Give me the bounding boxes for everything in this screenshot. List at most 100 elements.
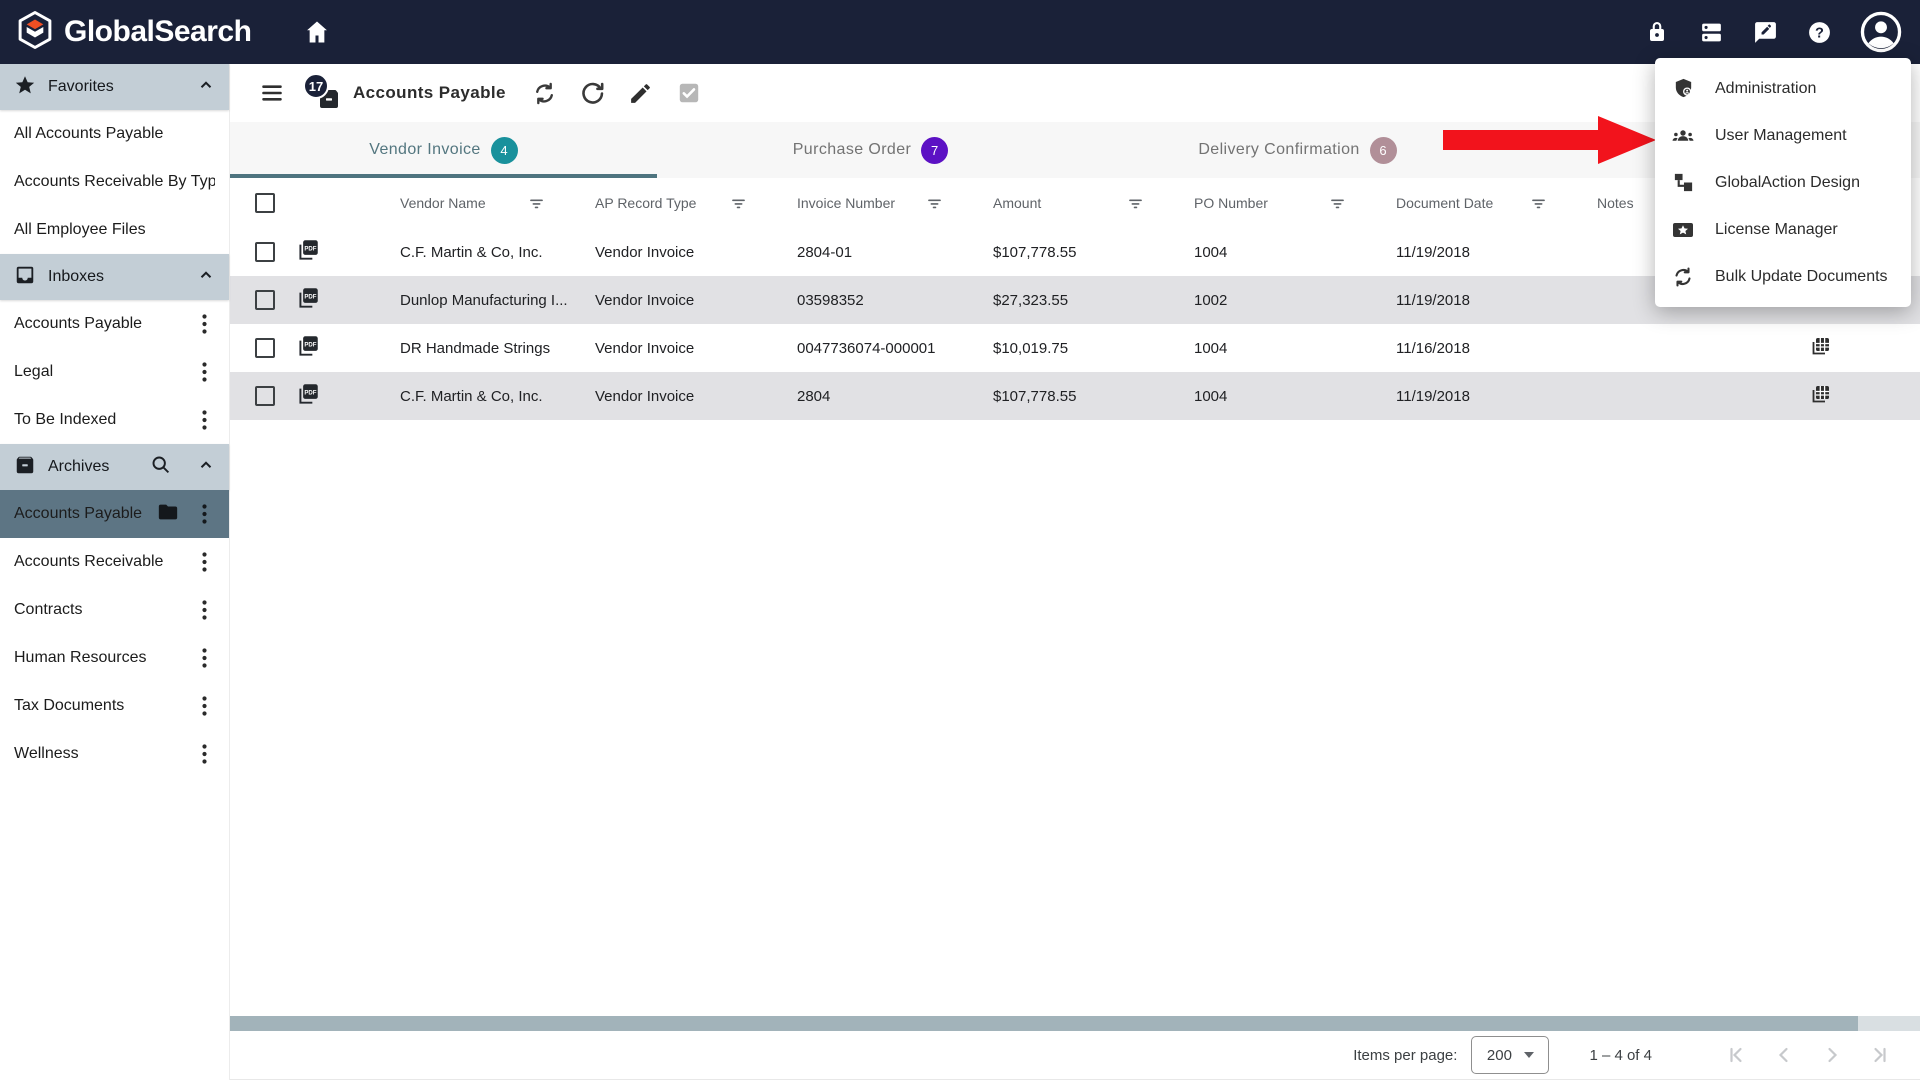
cell-ap-record-type: Vendor Invoice xyxy=(595,339,695,357)
kebab-menu-icon[interactable] xyxy=(193,741,215,767)
kebab-menu-icon[interactable] xyxy=(193,311,215,337)
cell-vendor-name: DR Handmade Strings xyxy=(400,339,551,357)
horizontal-scrollbar-thumb[interactable] xyxy=(230,1016,1858,1031)
column-header-vendor-name[interactable]: Vendor Name xyxy=(400,195,486,211)
menu-item-license-manager[interactable]: License Manager xyxy=(1655,206,1911,253)
table-row[interactable]: PDF C.F. Martin & Co, Inc. Vendor Invoic… xyxy=(230,372,1920,420)
section-label: Inboxes xyxy=(48,268,105,285)
dns-list-icon[interactable] xyxy=(1698,19,1724,45)
kebab-menu-icon[interactable] xyxy=(193,407,215,433)
row-checkbox[interactable] xyxy=(255,386,275,406)
sidebar-item-archive-wellness[interactable]: Wellness xyxy=(0,730,229,778)
column-header-amount[interactable]: Amount xyxy=(993,195,1041,211)
feedback-icon[interactable] xyxy=(1752,19,1778,45)
column-header-invoice-number[interactable]: Invoice Number xyxy=(797,195,895,211)
first-page-icon[interactable] xyxy=(1716,1035,1756,1075)
filter-icon[interactable] xyxy=(1326,192,1348,214)
kebab-menu-icon[interactable] xyxy=(193,645,215,671)
related-grid-icon[interactable] xyxy=(1809,334,1833,362)
menu-item-label: User Management xyxy=(1715,126,1847,144)
row-checkbox[interactable] xyxy=(255,338,275,358)
menu-item-user-management[interactable]: User Management xyxy=(1655,112,1911,159)
sidebar-item-inbox-accounts-payable[interactable]: Accounts Payable xyxy=(0,300,229,348)
menu-item-globalaction-design[interactable]: GlobalAction Design xyxy=(1655,159,1911,206)
previous-page-icon[interactable] xyxy=(1764,1035,1804,1075)
sidebar-item-all-employee-files[interactable]: All Employee Files xyxy=(0,206,229,254)
horizontal-scrollbar-track[interactable] xyxy=(230,1016,1920,1031)
sidebar-item-inbox-to-be-indexed[interactable]: To Be Indexed xyxy=(0,396,229,444)
row-checkbox[interactable] xyxy=(255,290,275,310)
document-count-badge[interactable]: 17 xyxy=(303,73,343,113)
sidebar-item-archive-contracts[interactable]: Contracts xyxy=(0,586,229,634)
tab-count-badge: 4 xyxy=(490,136,518,164)
cell-ap-record-type: Vendor Invoice xyxy=(595,243,695,261)
search-icon[interactable] xyxy=(150,454,171,480)
home-button[interactable] xyxy=(303,18,331,46)
sidebar-item-all-accounts-payable[interactable]: All Accounts Payable xyxy=(0,110,229,158)
pdf-icon[interactable]: PDF xyxy=(295,381,321,411)
star-icon xyxy=(14,74,36,101)
kebab-menu-icon[interactable] xyxy=(193,501,215,527)
svg-text:PDF: PDF xyxy=(304,294,316,300)
hamburger-menu-icon[interactable] xyxy=(255,76,289,110)
count-badge: 17 xyxy=(303,73,329,99)
kebab-menu-icon[interactable] xyxy=(193,597,215,623)
table-row[interactable]: PDF DR Handmade Strings Vendor Invoice 0… xyxy=(230,324,1920,372)
pdf-icon[interactable]: PDF xyxy=(295,285,321,315)
refresh-icon[interactable] xyxy=(576,76,610,110)
lock-icon[interactable] xyxy=(1644,19,1670,45)
chevron-up-icon[interactable] xyxy=(197,456,215,479)
svg-text:?: ? xyxy=(1815,25,1824,41)
tab-vendor-invoice[interactable]: Vendor Invoice 4 xyxy=(230,122,657,178)
filter-icon[interactable] xyxy=(1124,192,1146,214)
sidebar-item-inbox-legal[interactable]: Legal xyxy=(0,348,229,396)
column-header-ap-record-type[interactable]: AP Record Type xyxy=(595,195,696,211)
column-header-po-number[interactable]: PO Number xyxy=(1194,195,1268,211)
column-header-notes[interactable]: Notes xyxy=(1597,195,1634,211)
sidebar-item-accounts-receivable-by-type[interactable]: Accounts Receivable By Type xyxy=(0,158,229,206)
edit-pencil-icon[interactable] xyxy=(624,76,658,110)
sidebar-section-inboxes[interactable]: Inboxes xyxy=(0,254,229,300)
filter-icon[interactable] xyxy=(1527,192,1549,214)
sidebar-item-archive-human-resources[interactable]: Human Resources xyxy=(0,634,229,682)
account-avatar[interactable] xyxy=(1860,11,1902,53)
kebab-menu-icon[interactable] xyxy=(193,549,215,575)
cell-document-date: 11/19/2018 xyxy=(1396,387,1470,405)
row-checkbox[interactable] xyxy=(255,242,275,262)
search-refresh-icon[interactable] xyxy=(528,76,562,110)
help-icon[interactable]: ? xyxy=(1806,19,1832,45)
pdf-icon[interactable]: PDF xyxy=(295,333,321,363)
sidebar-item-archive-tax-documents[interactable]: Tax Documents xyxy=(0,682,229,730)
admin-shield-icon xyxy=(1671,77,1695,101)
sidebar-section-archives[interactable]: Archives xyxy=(0,444,229,490)
kebab-menu-icon[interactable] xyxy=(193,693,215,719)
filter-icon[interactable] xyxy=(525,192,547,214)
menu-item-administration[interactable]: Administration xyxy=(1655,65,1911,112)
chevron-up-icon[interactable] xyxy=(197,266,215,289)
kebab-menu-icon[interactable] xyxy=(193,359,215,385)
app-frame: GlobalSearch ? Favorites All Accounts Pa… xyxy=(0,0,1920,1080)
next-page-icon[interactable] xyxy=(1812,1035,1852,1075)
tab-delivery-confirmation[interactable]: Delivery Confirmation 6 xyxy=(1084,122,1511,178)
related-grid-icon[interactable] xyxy=(1809,382,1833,410)
pdf-icon[interactable]: PDF xyxy=(295,237,321,267)
items-per-page-select[interactable]: 200 xyxy=(1471,1036,1550,1074)
chevron-up-icon[interactable] xyxy=(197,76,215,99)
filter-icon[interactable] xyxy=(923,192,945,214)
filter-icon[interactable] xyxy=(727,192,749,214)
select-all-checkbox[interactable] xyxy=(255,193,275,213)
cell-vendor-name: C.F. Martin & Co, Inc. xyxy=(400,387,543,405)
sidebar-item-archive-accounts-receivable[interactable]: Accounts Receivable xyxy=(0,538,229,586)
sidebar-section-favorites[interactable]: Favorites xyxy=(0,64,229,110)
cell-document-date: 11/19/2018 xyxy=(1396,291,1470,309)
paginator: Items per page: 200 1 – 4 of 4 xyxy=(230,1031,1920,1080)
column-header-document-date[interactable]: Document Date xyxy=(1396,195,1493,211)
last-page-icon[interactable] xyxy=(1860,1035,1900,1075)
menu-item-bulk-update-documents[interactable]: Bulk Update Documents xyxy=(1655,253,1911,300)
sidebar-item-archive-accounts-payable[interactable]: Accounts Payable xyxy=(0,490,229,538)
folder-icon xyxy=(157,501,179,528)
cell-po-number: 1004 xyxy=(1194,339,1228,357)
cell-ap-record-type: Vendor Invoice xyxy=(595,387,695,405)
cell-po-number: 1002 xyxy=(1194,291,1228,309)
tab-purchase-order[interactable]: Purchase Order 7 xyxy=(657,122,1084,178)
